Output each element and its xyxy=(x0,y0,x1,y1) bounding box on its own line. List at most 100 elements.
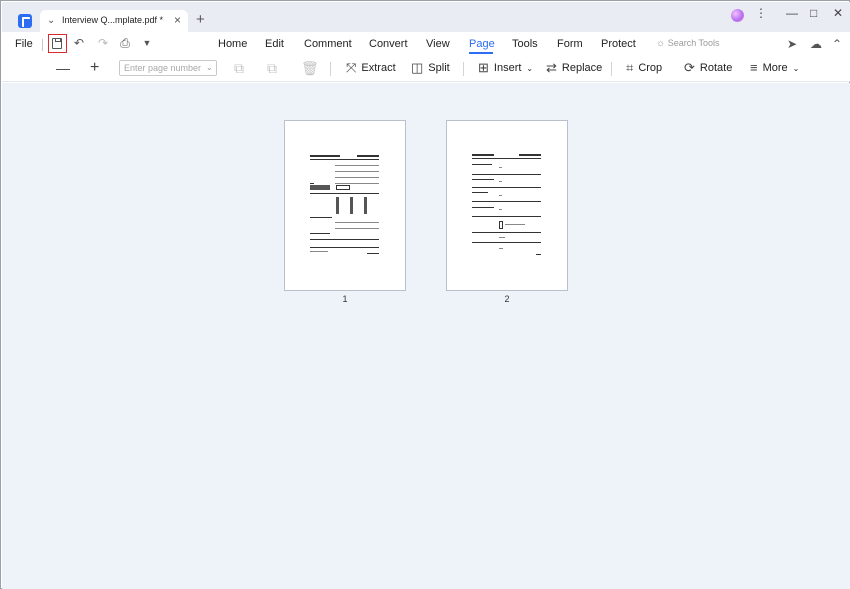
insert-icon: ⊞ xyxy=(478,60,489,75)
doc-text-line xyxy=(310,251,328,252)
insert-label: Insert xyxy=(493,62,522,74)
split-label: Split xyxy=(428,62,450,74)
nav-tools[interactable]: Tools xyxy=(512,38,538,50)
chevron-down-icon: ⌄ xyxy=(526,63,534,73)
save-icon xyxy=(52,38,62,49)
doc-text-line xyxy=(499,248,503,249)
more-button[interactable]: ≡ More ⌄ xyxy=(750,61,799,75)
crop-button[interactable]: ⌗ Crop xyxy=(626,61,662,75)
page-number-label-2: 2 xyxy=(504,294,510,304)
tab-title: Interview Q...mplate.pdf * xyxy=(62,15,164,25)
page-before-icon[interactable]: ⧉ xyxy=(234,60,244,76)
page-number-input[interactable] xyxy=(119,60,217,76)
doc-text-line xyxy=(472,179,494,180)
insert-button[interactable]: ⊞ Insert ⌄ xyxy=(478,61,533,75)
customize-icon[interactable]: ▼ xyxy=(140,36,154,50)
more-options-icon[interactable]: ⋮ xyxy=(755,5,767,21)
rotate-label: Rotate xyxy=(699,62,733,74)
doc-text-line xyxy=(499,167,502,168)
doc-heading xyxy=(310,155,340,157)
undo-icon[interactable]: ↶ xyxy=(72,36,86,50)
menu-bar: File ↶ ↷ ⎙ ▼ Home Edit Comment Convert V… xyxy=(2,32,850,56)
cloud-upload-icon[interactable]: ☁ xyxy=(810,37,822,51)
doc-text-line xyxy=(335,165,379,166)
doc-rule xyxy=(310,193,379,194)
extract-button[interactable]: ⤧ Extract xyxy=(346,61,396,75)
doc-rule xyxy=(472,232,541,233)
active-tab-indicator xyxy=(469,52,493,54)
page-thumbnail-1[interactable] xyxy=(284,120,406,291)
avatar[interactable] xyxy=(731,9,744,22)
zoom-out-icon[interactable]: — xyxy=(56,60,70,76)
page-after-icon[interactable]: ⧉ xyxy=(267,60,277,76)
send-icon[interactable]: ➤ xyxy=(787,37,797,51)
replace-label: Replace xyxy=(561,62,603,74)
doc-text-line xyxy=(505,224,525,225)
doc-checkbox-group xyxy=(499,221,503,229)
doc-text-line xyxy=(335,177,379,178)
doc-text-line xyxy=(367,253,379,254)
collapse-icon[interactable]: ⌃ xyxy=(832,37,842,51)
chevron-down-icon[interactable]: ⌄ xyxy=(206,63,213,72)
page-thumbnail-2[interactable] xyxy=(446,120,568,291)
doc-text-line xyxy=(536,254,541,255)
divider xyxy=(42,39,43,51)
doc-text-line xyxy=(499,181,502,182)
tab-chevron-icon[interactable]: ⌄ xyxy=(47,15,55,26)
extract-label: Extract xyxy=(361,62,396,74)
rotate-button[interactable]: ⟳ Rotate xyxy=(684,61,732,75)
chevron-down-icon: ⌄ xyxy=(792,63,800,73)
nav-protect[interactable]: Protect xyxy=(601,38,636,50)
close-window-button[interactable]: ✕ xyxy=(833,5,843,21)
split-button[interactable]: ◫ Split xyxy=(411,61,450,75)
doc-text-line xyxy=(310,217,332,218)
split-icon: ◫ xyxy=(411,60,424,75)
crop-label: Crop xyxy=(638,62,663,74)
tab-close-icon[interactable]: × xyxy=(174,13,181,27)
app-window: ⌄ Interview Q...mplate.pdf * × + ⋮ — □ ✕… xyxy=(0,0,850,589)
new-tab-button[interactable]: + xyxy=(196,12,205,27)
nav-page[interactable]: Page xyxy=(469,38,495,50)
zoom-in-icon[interactable]: + xyxy=(90,60,99,76)
extract-icon: ⤧ xyxy=(346,60,357,75)
minimize-button[interactable]: — xyxy=(786,5,798,21)
doc-text-line xyxy=(472,164,492,165)
doc-heading xyxy=(472,154,494,156)
doc-rule xyxy=(310,159,379,160)
file-menu[interactable]: File xyxy=(15,38,33,50)
doc-text-block xyxy=(310,185,330,190)
print-icon[interactable]: ⎙ xyxy=(118,36,132,50)
doc-rule xyxy=(472,201,541,202)
nav-form[interactable]: Form xyxy=(557,38,583,50)
nav-convert[interactable]: Convert xyxy=(369,38,408,50)
divider xyxy=(463,62,464,76)
doc-rule xyxy=(472,242,541,243)
nav-home[interactable]: Home xyxy=(218,38,247,50)
page-number-label-1: 1 xyxy=(342,294,348,304)
doc-text-line xyxy=(499,237,505,238)
menu-icon: ≡ xyxy=(750,60,758,75)
doc-heading xyxy=(519,154,541,156)
doc-text-line xyxy=(499,209,502,210)
nav-view[interactable]: View xyxy=(426,38,450,50)
doc-rule xyxy=(472,187,541,188)
doc-checkbox-column xyxy=(336,197,339,214)
maximize-button[interactable]: □ xyxy=(810,5,817,21)
save-button[interactable] xyxy=(48,34,67,53)
replace-button[interactable]: ⇄ Replace xyxy=(546,61,602,75)
doc-text-line xyxy=(472,207,494,208)
doc-text-line xyxy=(335,183,379,184)
doc-rule xyxy=(472,174,541,175)
redo-icon[interactable]: ↷ xyxy=(96,36,110,50)
rotate-icon: ⟳ xyxy=(684,60,695,75)
search-tools[interactable]: ☼ Search Tools xyxy=(656,38,720,49)
nav-edit[interactable]: Edit xyxy=(265,38,284,50)
nav-comment[interactable]: Comment xyxy=(304,38,352,50)
replace-icon: ⇄ xyxy=(546,60,557,75)
doc-text-line xyxy=(310,233,330,234)
search-tools-label: Search Tools xyxy=(667,38,720,48)
document-tab[interactable]: ⌄ Interview Q...mplate.pdf * × xyxy=(40,10,188,33)
doc-text-line xyxy=(499,195,502,196)
delete-page-icon[interactable]: 🗑 xyxy=(301,60,319,76)
page-thumbnail-area: 1 2 xyxy=(2,83,850,589)
